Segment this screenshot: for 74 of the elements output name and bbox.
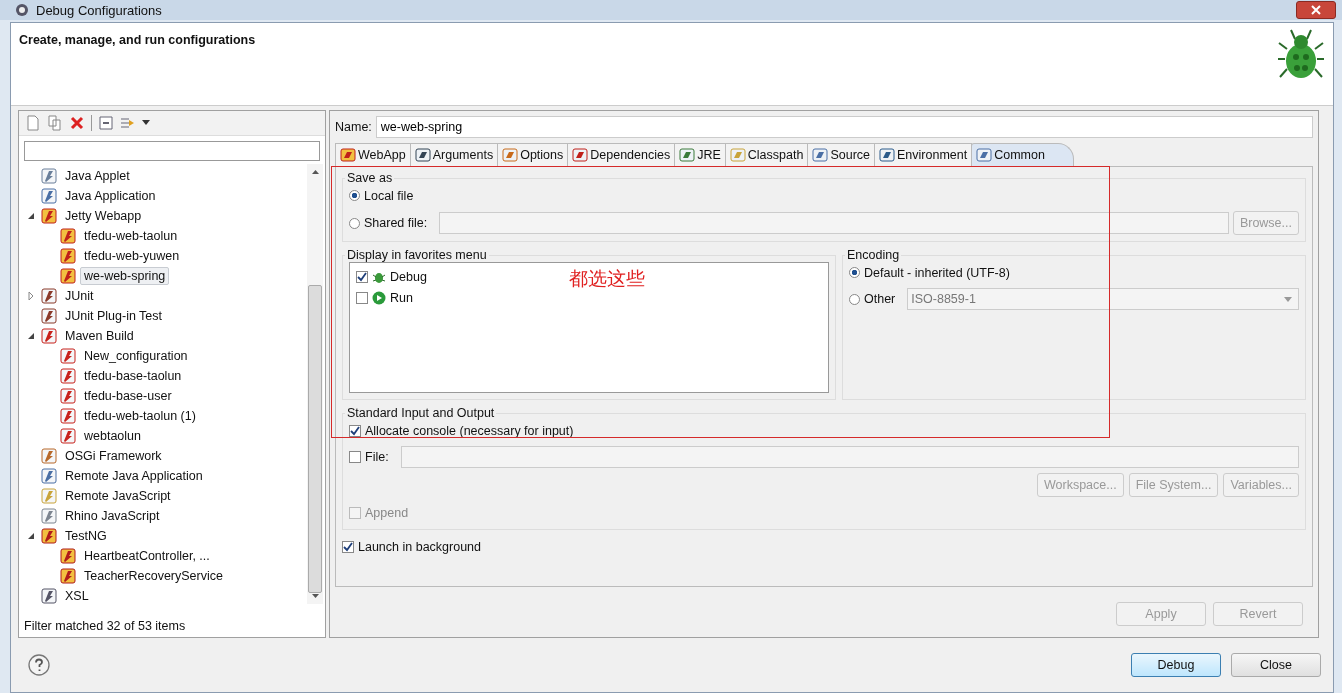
delete-icon[interactable] [69,115,85,131]
checkbox[interactable] [349,424,361,437]
dialog-heading: Create, manage, and run configurations [19,33,256,49]
expand-arrow-icon[interactable] [27,292,35,300]
scrollbar[interactable] [307,164,323,604]
filter-status: Filter matched 32 of 53 items [23,618,187,635]
radio-button[interactable] [349,217,360,229]
group-title: Standard Input and Output [346,406,496,420]
tree-item[interactable]: Rhino JavaScript [61,507,164,525]
tab[interactable]: Common [971,143,1074,166]
close-icon [1311,5,1321,15]
tab[interactable]: WebApp [335,143,411,166]
close-button[interactable] [1296,1,1336,19]
option-label: Launch in background [358,539,481,554]
window-title: Debug Configurations [36,2,162,18]
option-label: Shared file: [364,216,428,230]
option-label: Append [365,505,409,520]
tree-item[interactable]: tfedu-web-taolun (1) [80,407,200,425]
group-title: Encoding [846,248,901,262]
encoding-dropdown[interactable]: ISO-8859-1 [907,288,1299,310]
option-label: Allocate console (necessary for input) [365,423,574,438]
tree-item[interactable]: TestNG [61,527,111,545]
option-label: Default - inherited (UTF-8) [864,265,1010,280]
option-label: File: [365,450,389,464]
dialog-button[interactable]: Close [1231,653,1321,677]
collapse-arrow-icon[interactable] [27,212,35,220]
tree-item[interactable]: Java Applet [61,167,134,185]
collapse-icon[interactable] [98,115,114,131]
tree-item[interactable]: TeacherRecoveryService [80,567,227,585]
tree-item[interactable]: JUnit Plug-in Test [61,307,167,325]
tree-item[interactable]: tfedu-web-yuwen [80,247,184,265]
tree-item[interactable]: HeartbeatController, ... [80,547,214,565]
radio-button[interactable] [849,267,860,278]
tree-item[interactable]: New_configuration [80,347,192,365]
tree-item[interactable]: Maven Build [61,327,138,345]
caret-icon [1284,296,1292,302]
checkbox[interactable] [349,451,361,463]
collapse-arrow-icon[interactable] [27,332,35,340]
tree-item[interactable]: Jetty Webapp [61,207,146,225]
play-icon [372,290,386,305]
tree-item[interactable]: Remote JavaScript [61,487,175,505]
gear-icon [14,2,30,18]
tree-item[interactable]: Remote Java Application [61,467,207,485]
filter-field[interactable] [24,141,320,161]
radio-button[interactable] [349,190,360,201]
checkbox[interactable] [342,540,354,553]
name-field[interactable]: we-web-spring [375,116,1313,138]
option-label: Debug [390,269,427,284]
tree-item[interactable]: we-web-spring [80,267,170,285]
option-label: Other [864,292,896,306]
tree-item[interactable]: XSL [61,587,93,605]
tree-item[interactable]: webtaolun [80,427,145,445]
dialog-button[interactable]: Debug [1131,653,1221,677]
checkbox[interactable] [356,270,368,283]
name-label: Name: [335,120,372,134]
tree-item[interactable]: tfedu-base-taolun [80,367,186,385]
tree-item[interactable]: Java Application [61,187,160,205]
group-title: Display in favorites menu [346,248,488,262]
collapse-arrow-icon[interactable] [27,532,35,540]
scroll-up-icon[interactable] [311,170,319,174]
tree-item[interactable]: tfedu-web-taolun [80,227,182,245]
checkbox[interactable] [356,291,368,304]
option-label: Local file [364,188,414,203]
help-icon[interactable] [28,654,50,676]
tree-item[interactable]: tfedu-base-user [80,387,176,405]
shared-file-field[interactable] [439,212,1229,234]
annotation-text: 都选这些 [569,266,645,291]
output-file-field[interactable] [400,446,1299,468]
option-label: Run [390,290,413,305]
tree-item[interactable]: OSGi Framework [61,447,166,465]
dropdown-arrow-icon[interactable] [142,120,150,126]
tree-item[interactable]: JUnit [61,287,98,305]
radio-button[interactable] [849,293,860,305]
group-title: Save as [346,171,394,185]
